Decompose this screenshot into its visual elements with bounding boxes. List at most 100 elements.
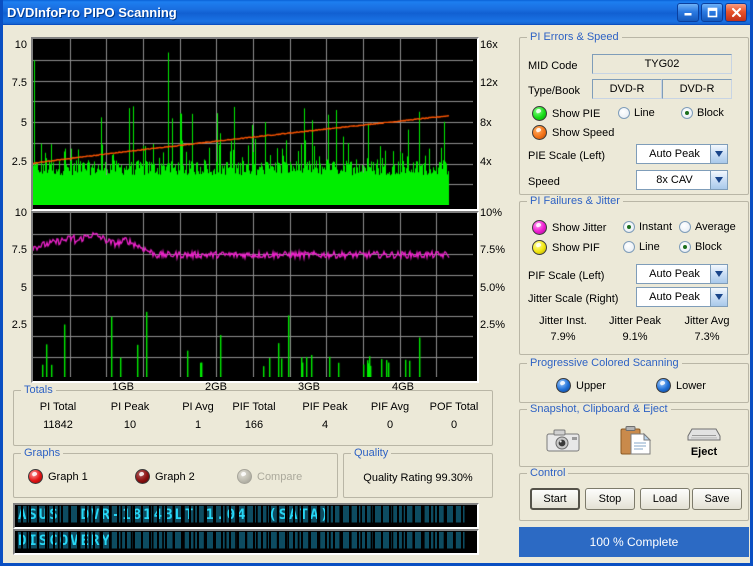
speed-select[interactable]: 8x CAV — [636, 170, 728, 190]
maximize-button[interactable] — [701, 2, 723, 22]
load-button[interactable]: Load — [640, 488, 690, 510]
graph-1-option[interactable]: Graph 1 — [28, 469, 88, 484]
pie-speed-chart[interactable] — [31, 37, 479, 211]
pie-block-radio[interactable]: Block — [681, 107, 724, 119]
close-icon — [731, 7, 742, 18]
show-jitter-toggle[interactable]: Show Jitter — [532, 220, 606, 235]
jitter-average-radio[interactable]: Average — [679, 221, 736, 233]
lower-option[interactable]: Lower — [656, 378, 706, 393]
radio-icon — [623, 241, 635, 253]
upper-option[interactable]: Upper — [556, 378, 606, 393]
graph-2-led — [135, 469, 150, 484]
stop-button[interactable]: Stop — [585, 488, 635, 510]
pif-line-radio[interactable]: Line — [623, 241, 660, 253]
chart1-y2tick: 4x — [480, 156, 492, 168]
totals-header: PIF Total — [232, 401, 276, 413]
controls-pane: PI Errors & Speed MID Code TYG02 Type/Bo… — [515, 25, 753, 563]
type-book-label: Type/Book — [528, 85, 580, 97]
pi-errors-group: PI Errors & Speed MID Code TYG02 Type/Bo… — [519, 31, 749, 195]
quality-group-title: Quality — [351, 447, 392, 459]
drive-display-text: ASUS DVR-1814BLT 1.04 (SATA) — [18, 507, 331, 523]
charts-pane: 10 7.5 5 2.5 16x 12x 8x 4x 10 7.5 5 2.5 … — [3, 25, 511, 563]
speed-value: 8x CAV — [656, 174, 693, 186]
chevron-down-icon — [710, 288, 727, 306]
show-jitter-label: Show Jitter — [552, 221, 607, 234]
radio-icon — [618, 107, 630, 119]
pie-line-radio[interactable]: Line — [618, 107, 655, 119]
minimize-button[interactable] — [677, 2, 699, 22]
lower-led — [656, 378, 671, 393]
pie-scale-select[interactable]: Auto Peak — [636, 144, 728, 164]
mid-code-field: TYG02 — [592, 54, 732, 74]
snapshot-group-title: Snapshot, Clipboard & Eject — [527, 403, 671, 415]
save-button[interactable]: Save — [692, 488, 742, 510]
upper-led — [556, 378, 571, 393]
jitter-instant-radio[interactable]: Instant — [623, 221, 672, 233]
pie-line-label: Line — [634, 107, 655, 119]
totals-header: PI Total — [39, 401, 77, 413]
show-pie-toggle[interactable]: Show PIE — [532, 106, 600, 121]
chart1-ytick: 7.5 — [11, 77, 27, 89]
jitter-scale-select[interactable]: Auto Peak — [636, 287, 728, 307]
graph-2-option[interactable]: Graph 2 — [135, 469, 195, 484]
progress-bar: 100 % Complete — [519, 527, 749, 557]
pi-failures-group: PI Failures & Jitter Show Jitter Instant… — [519, 195, 749, 355]
eject-label: Eject — [690, 446, 718, 458]
radio-icon — [681, 107, 693, 119]
pi-failures-group-title: PI Failures & Jitter — [527, 195, 623, 207]
pif-scale-select[interactable]: Auto Peak — [636, 264, 728, 284]
chevron-down-icon — [710, 145, 727, 163]
totals-header: POF Total — [429, 401, 479, 413]
save-button-label: Save — [704, 493, 730, 505]
compare-option: Compare — [237, 469, 302, 484]
mid-code-label: MID Code — [528, 60, 578, 72]
disc-label-display: ████████████████████████████████████████… — [13, 529, 479, 555]
totals-value: 0 — [386, 419, 394, 431]
pi-errors-group-title: PI Errors & Speed — [527, 31, 622, 43]
control-group-title: Control — [527, 467, 569, 479]
jitter-scale-value: Auto Peak — [649, 291, 700, 303]
show-pif-led — [532, 240, 547, 255]
speed-label: Speed — [528, 176, 560, 188]
chart2-ytick: 7.5 — [11, 244, 27, 256]
jitter-average-label: Average — [695, 221, 736, 233]
totals-value: 0 — [450, 419, 458, 431]
chart2-ytick: 10 — [14, 207, 27, 219]
clipboard-button[interactable] — [620, 426, 652, 461]
start-button[interactable]: Start — [530, 488, 580, 510]
pif-jitter-chart[interactable] — [31, 211, 479, 383]
minimize-icon — [683, 7, 693, 17]
compare-label: Compare — [257, 470, 303, 483]
eject-button[interactable]: Eject — [686, 426, 722, 458]
drive-display: ████████████████████████████████████████… — [13, 503, 479, 529]
totals-header: PIF Avg — [370, 401, 410, 413]
close-button[interactable] — [725, 2, 747, 22]
progressive-group-title: Progressive Colored Scanning — [527, 357, 682, 369]
pif-scale-label: PIF Scale (Left) — [528, 270, 605, 282]
pif-block-radio[interactable]: Block — [679, 241, 722, 253]
show-speed-toggle[interactable]: Show Speed — [532, 125, 614, 140]
show-speed-led — [532, 125, 547, 140]
maximize-icon — [707, 7, 718, 18]
jitter-scale-label: Jitter Scale (Right) — [528, 293, 619, 305]
compare-led — [237, 469, 252, 484]
quality-rating: Quality Rating 99.30% — [363, 472, 473, 484]
jitter-inst-label: Jitter Inst. — [539, 315, 587, 327]
snapshot-button[interactable] — [546, 428, 580, 459]
totals-group: Totals PI Total PI Peak PI Avg PIF Total… — [13, 384, 493, 446]
title-bar: DVDInfoPro PIPO Scanning — [3, 0, 750, 25]
graph-2-label: Graph 2 — [155, 470, 195, 483]
pif-scale-value: Auto Peak — [649, 268, 700, 280]
load-button-label: Load — [652, 493, 678, 505]
start-button-label: Start — [543, 493, 567, 505]
chart1-y2tick: 12x — [480, 77, 498, 89]
graphs-group: Graphs Graph 1 Graph 2 Compare — [13, 447, 338, 498]
type-field: DVD-R — [592, 79, 662, 99]
pie-block-label: Block — [697, 107, 724, 119]
jitter-peak-value: 9.1% — [622, 331, 648, 343]
show-pif-toggle[interactable]: Show PIF — [532, 240, 600, 255]
show-pie-label: Show PIE — [552, 107, 601, 120]
chart2-y2tick: 10% — [480, 207, 503, 219]
show-jitter-led — [532, 220, 547, 235]
progressive-scanning-group: Progressive Colored Scanning Upper Lower — [519, 357, 749, 403]
